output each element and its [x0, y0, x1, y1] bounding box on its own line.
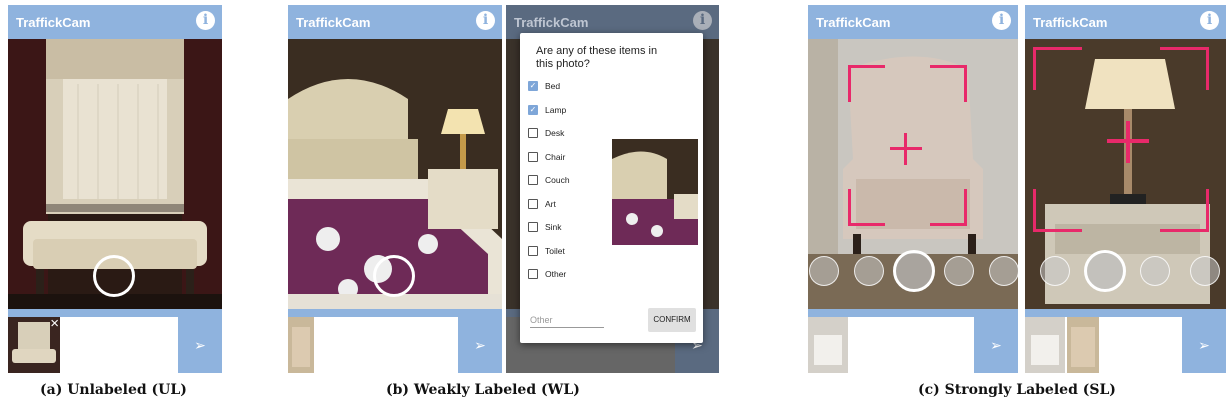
phone-unlabeled: TraffickCam i × ➢ [8, 5, 222, 373]
target-bracket-br [930, 189, 967, 226]
caption-weakly-labeled: (b) Weakly Labeled (WL) [386, 382, 580, 398]
checkbox[interactable] [528, 269, 538, 279]
target-bracket-tl [1033, 47, 1082, 90]
app-bar: TraffickCam i [8, 5, 222, 39]
photo-tray: ➢ [1025, 317, 1226, 373]
camera-preview [808, 39, 1018, 309]
target-bracket-tr [1160, 47, 1209, 90]
checkbox-checked[interactable]: ✓ [528, 81, 538, 91]
checkbox[interactable] [528, 245, 538, 256]
phone-weakly-labeled: TraffickCam i ➢ [288, 5, 502, 373]
send-button[interactable]: ➢ [458, 317, 502, 373]
couch-icon[interactable] [944, 256, 974, 286]
thumbnail-image [1025, 317, 1065, 373]
desk-icon[interactable] [1140, 256, 1170, 286]
desk-icon[interactable] [854, 256, 884, 286]
info-icon[interactable]: i [1200, 11, 1219, 30]
photo-thumbnail[interactable] [1025, 317, 1065, 373]
option-label: Other [545, 269, 567, 279]
target-crosshair [904, 133, 907, 165]
app-title: TraffickCam [1033, 15, 1108, 30]
photo-thumbnail[interactable] [1067, 317, 1099, 373]
option-label: Sink [545, 222, 562, 232]
caption-strongly-labeled: (c) Strongly Labeled (SL) [918, 382, 1116, 398]
photo-thumbnail[interactable] [808, 317, 848, 373]
art-icon[interactable] [989, 256, 1018, 286]
option-label: Lamp [545, 104, 567, 115]
target-bracket-bl [848, 189, 885, 226]
confirm-button[interactable]: CONFIRM [648, 308, 696, 332]
app-title: TraffickCam [816, 15, 891, 30]
photo-tray: × ➢ [8, 317, 222, 373]
close-icon[interactable]: × [50, 317, 59, 332]
target-bracket-bl [1033, 189, 1082, 232]
checkbox[interactable] [528, 175, 538, 185]
target-bracket-tl [848, 65, 885, 102]
option-label: Desk [545, 128, 565, 138]
option-label: Bed [545, 81, 561, 91]
option-label: Couch [545, 175, 570, 185]
photo-thumbnail[interactable]: × [8, 317, 60, 373]
camera-preview [1025, 39, 1226, 309]
send-button[interactable]: ➢ [1182, 317, 1226, 373]
app-title: TraffickCam [16, 15, 91, 30]
info-icon[interactable]: i [476, 11, 495, 30]
camera-preview [8, 39, 222, 309]
send-button[interactable]: ➢ [974, 317, 1018, 373]
couch-icon[interactable] [1040, 256, 1070, 286]
photo-thumbnail[interactable] [288, 317, 314, 373]
checkbox[interactable] [528, 198, 538, 209]
app-bar: TraffickCam i [808, 5, 1018, 39]
camera-preview [288, 39, 502, 309]
app-title: TraffickCam [514, 15, 589, 30]
caption-unlabeled: (a) Unlabeled (UL) [40, 382, 187, 398]
dialog-question: Are any of these items in this photo? [536, 45, 658, 70]
shutter-button[interactable] [93, 255, 135, 297]
item-label-dialog: Are any of these items in this photo? ✓ B… [520, 33, 703, 343]
lamp-icon[interactable] [809, 256, 839, 286]
checkbox[interactable] [528, 151, 538, 162]
dialog-photo-preview [612, 139, 698, 245]
thumbnail-image [1067, 317, 1099, 373]
send-button[interactable]: ➢ [178, 317, 222, 373]
strip [808, 309, 1018, 317]
option-label: Art [545, 198, 556, 209]
info-icon[interactable]: i [693, 11, 712, 30]
lamp-icon[interactable] [1084, 250, 1126, 292]
thumbnail-image [808, 317, 848, 373]
app-bar: TraffickCam i [288, 5, 502, 39]
strip [1025, 309, 1226, 317]
checkbox[interactable] [528, 222, 538, 232]
photo-tray: ➢ [288, 317, 502, 373]
info-icon[interactable]: i [992, 11, 1011, 30]
strip [288, 309, 502, 317]
phone-strongly-labeled-lamp: TraffickCam i ➢ [1025, 5, 1226, 373]
photo-tray: ➢ [808, 317, 1018, 373]
shutter-button[interactable] [373, 255, 415, 297]
info-icon[interactable]: i [196, 11, 215, 30]
thumbnail-image [288, 317, 314, 373]
strip [8, 309, 222, 317]
option-label: Chair [545, 151, 566, 162]
other-input[interactable]: Other [530, 315, 604, 328]
app-bar: TraffickCam i [1025, 5, 1226, 39]
app-title: TraffickCam [296, 15, 371, 30]
option-label: Toilet [545, 245, 565, 256]
chair-icon[interactable] [893, 250, 935, 292]
checkbox[interactable] [528, 128, 538, 138]
checkbox-checked[interactable]: ✓ [528, 104, 538, 115]
target-bracket-tr [930, 65, 967, 102]
target-bracket-br [1160, 189, 1209, 232]
chair-icon[interactable] [1190, 256, 1220, 286]
target-crosshair [1126, 121, 1130, 163]
phone-strongly-labeled-chair: TraffickCam i ➢ [808, 5, 1018, 373]
